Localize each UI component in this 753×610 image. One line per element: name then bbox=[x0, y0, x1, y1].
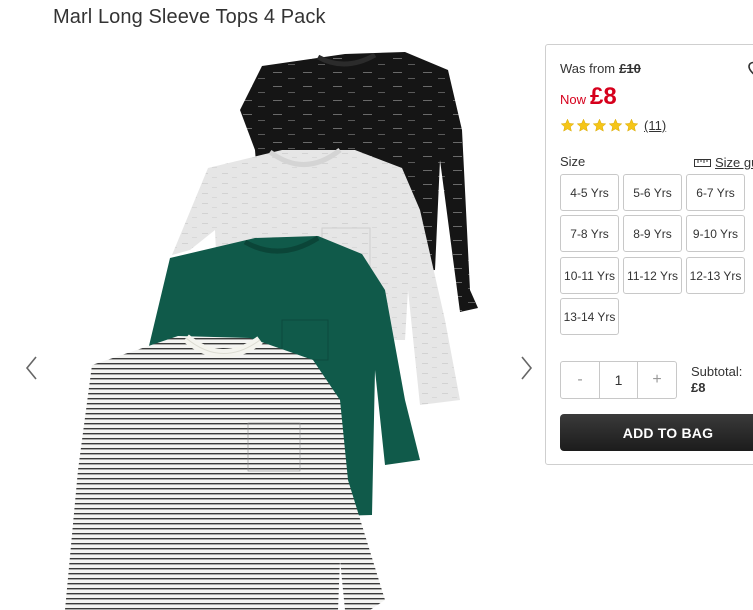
subtotal-value: £8 bbox=[691, 380, 706, 395]
add-to-bag-button[interactable]: ADD TO BAG bbox=[560, 414, 753, 451]
star-rating bbox=[560, 118, 639, 133]
star-icon bbox=[624, 118, 639, 132]
size-option-11-12[interactable]: 11-12 Yrs bbox=[623, 257, 682, 294]
ruler-icon bbox=[694, 158, 711, 167]
size-option-13-14[interactable]: 13-14 Yrs bbox=[560, 298, 619, 335]
size-guide-link[interactable]: Size gu bbox=[694, 155, 753, 170]
was-price: Was from £10 bbox=[560, 61, 641, 76]
quantity-increase-button[interactable]: + bbox=[638, 362, 676, 398]
size-option-9-10[interactable]: 9-10 Yrs bbox=[686, 215, 745, 252]
star-icon bbox=[576, 118, 591, 132]
now-price: Now £8 bbox=[560, 83, 617, 111]
quantity-decrease-button[interactable]: - bbox=[561, 362, 599, 398]
size-option-10-11[interactable]: 10-11 Yrs bbox=[560, 257, 619, 294]
review-count-link[interactable]: (11) bbox=[644, 118, 666, 133]
product-title: Marl Long Sleeve Tops 4 Pack bbox=[53, 6, 326, 28]
quantity-stepper: - + bbox=[560, 361, 677, 399]
star-icon bbox=[560, 118, 575, 132]
size-guide-label: Size gu bbox=[715, 155, 753, 170]
size-option-12-13[interactable]: 12-13 Yrs bbox=[686, 257, 745, 294]
star-icon bbox=[608, 118, 623, 132]
subtotal-label: Subtotal: bbox=[691, 364, 743, 379]
was-price-label: Was from bbox=[560, 61, 616, 76]
purchase-panel: Was from£10 Now£8 (11) Size Size gu 4-5 … bbox=[545, 44, 753, 465]
size-option-4-5[interactable]: 4-5 Yrs bbox=[560, 174, 619, 211]
quantity-input[interactable] bbox=[599, 362, 638, 398]
size-option-6-7[interactable]: 6-7 Yrs bbox=[686, 174, 745, 211]
heart-icon[interactable] bbox=[748, 61, 753, 79]
subtotal: Subtotal: £8 bbox=[691, 364, 742, 396]
was-price-value: £10 bbox=[619, 61, 641, 76]
rating: (11) bbox=[560, 118, 666, 133]
size-option-5-6[interactable]: 5-6 Yrs bbox=[623, 174, 682, 211]
product-image-gallery bbox=[0, 40, 545, 610]
now-price-label: Now bbox=[560, 92, 587, 107]
product-image bbox=[65, 52, 478, 610]
chevron-right-icon[interactable] bbox=[516, 353, 536, 383]
now-price-value: £8 bbox=[590, 83, 617, 110]
star-icon bbox=[592, 118, 607, 132]
size-option-8-9[interactable]: 8-9 Yrs bbox=[623, 215, 682, 252]
size-label: Size bbox=[560, 154, 586, 169]
size-option-7-8[interactable]: 7-8 Yrs bbox=[560, 215, 619, 252]
